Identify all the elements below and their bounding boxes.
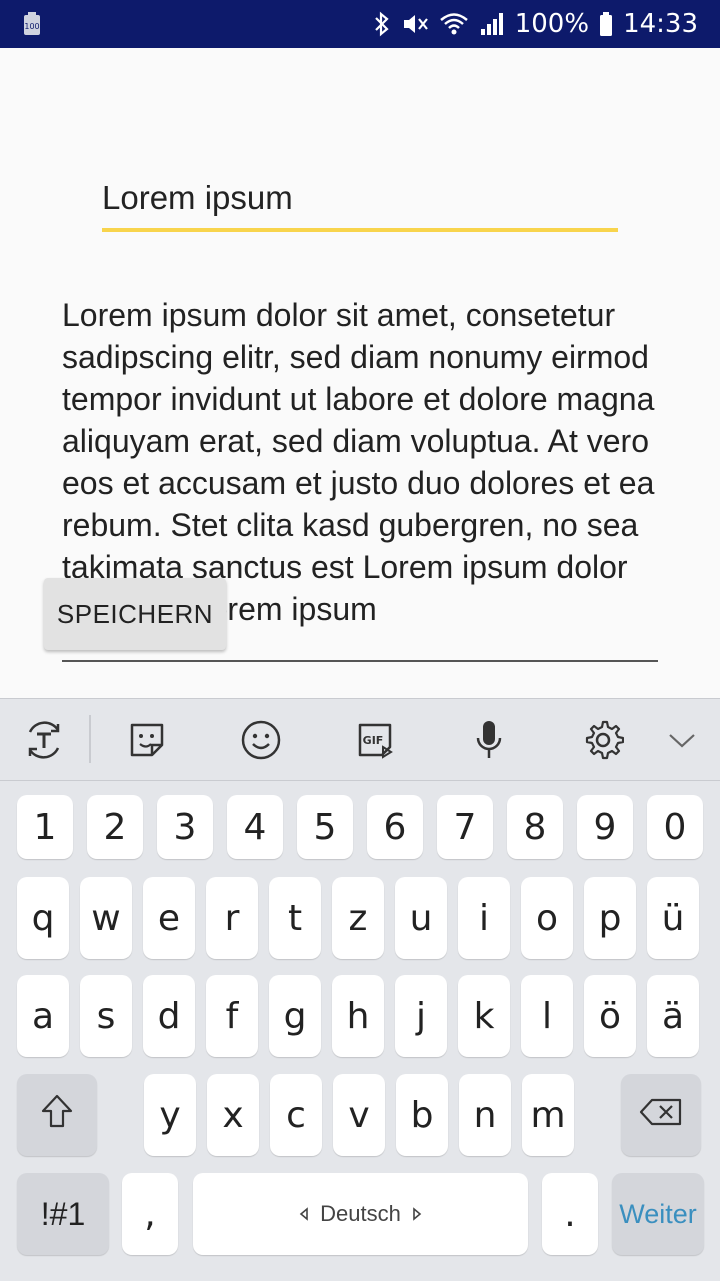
key-a-umlaut[interactable]: ä — [647, 975, 699, 1057]
key-d[interactable]: d — [143, 975, 195, 1057]
save-button[interactable]: SPEICHERN — [44, 578, 226, 650]
key-y[interactable]: y — [144, 1074, 196, 1156]
backspace-key[interactable] — [621, 1074, 701, 1156]
backspace-icon — [639, 1095, 683, 1136]
key-l[interactable]: l — [521, 975, 573, 1057]
clock: 14:33 — [623, 9, 698, 39]
key-1[interactable]: 1 — [17, 795, 73, 859]
title-input-value: Lorem ipsum — [102, 179, 293, 216]
title-input[interactable]: Lorem ipsum — [102, 176, 618, 232]
shift-icon — [40, 1093, 74, 1138]
emoji-icon[interactable] — [238, 717, 284, 763]
mute-icon — [401, 11, 429, 37]
key-2[interactable]: 2 — [87, 795, 143, 859]
key-m[interactable]: m — [522, 1074, 574, 1156]
key-w[interactable]: w — [80, 877, 132, 959]
key-f[interactable]: f — [206, 975, 258, 1057]
key-r[interactable]: r — [206, 877, 258, 959]
shift-key[interactable] — [17, 1074, 97, 1156]
key-8[interactable]: 8 — [507, 795, 563, 859]
symbols-key[interactable]: !#1 — [17, 1173, 109, 1255]
key-t[interactable]: t — [269, 877, 321, 959]
signal-icon — [479, 11, 505, 37]
wifi-icon — [439, 11, 469, 37]
key-j[interactable]: j — [395, 975, 447, 1057]
key-b[interactable]: b — [396, 1074, 448, 1156]
svg-text:GIF: GIF — [363, 734, 384, 747]
microphone-icon[interactable] — [466, 717, 512, 763]
battery-100-icon: 100 — [22, 12, 42, 36]
comma-key[interactable]: , — [122, 1173, 178, 1255]
svg-text:100: 100 — [24, 22, 39, 31]
key-c[interactable]: c — [270, 1074, 322, 1156]
bluetooth-icon — [373, 11, 391, 37]
key-q[interactable]: q — [17, 877, 69, 959]
sticker-icon[interactable] — [124, 717, 170, 763]
key-6[interactable]: 6 — [367, 795, 423, 859]
key-e[interactable]: e — [143, 877, 195, 959]
translate-icon[interactable] — [21, 717, 67, 763]
key-5[interactable]: 5 — [297, 795, 353, 859]
key-0[interactable]: 0 — [647, 795, 703, 859]
key-p[interactable]: p — [584, 877, 636, 959]
toolbar-divider — [89, 715, 91, 763]
status-bar: 100 100% 14:33 — [0, 0, 720, 48]
battery-icon — [599, 11, 613, 37]
key-3[interactable]: 3 — [157, 795, 213, 859]
space-key[interactable]: Deutsch — [193, 1173, 528, 1255]
collapse-chevron-icon[interactable] — [659, 717, 705, 763]
gif-icon[interactable]: GIF — [352, 717, 398, 763]
enter-next-key[interactable]: Weiter — [612, 1173, 704, 1255]
key-a[interactable]: a — [17, 975, 69, 1057]
key-h[interactable]: h — [332, 975, 384, 1057]
key-g[interactable]: g — [269, 975, 321, 1057]
key-o[interactable]: o — [521, 877, 573, 959]
language-left-icon — [298, 1202, 310, 1227]
period-key[interactable]: . — [542, 1173, 598, 1255]
keyboard-toolbar: GIF — [0, 699, 720, 781]
key-z[interactable]: z — [332, 877, 384, 959]
key-x[interactable]: x — [207, 1074, 259, 1156]
space-key-language-label: Deutsch — [320, 1201, 401, 1226]
language-right-icon — [411, 1202, 423, 1227]
key-i[interactable]: i — [458, 877, 510, 959]
battery-percent: 100% — [514, 9, 590, 39]
key-s[interactable]: s — [80, 975, 132, 1057]
soft-keyboard: GIF 1 2 3 4 5 6 7 8 9 0 q w e r t z u i … — [0, 698, 720, 1281]
key-o-umlaut[interactable]: ö — [584, 975, 636, 1057]
settings-gear-icon[interactable] — [580, 717, 626, 763]
key-7[interactable]: 7 — [437, 795, 493, 859]
key-n[interactable]: n — [459, 1074, 511, 1156]
key-9[interactable]: 9 — [577, 795, 633, 859]
key-u-umlaut[interactable]: ü — [647, 877, 699, 959]
key-u[interactable]: u — [395, 877, 447, 959]
key-v[interactable]: v — [333, 1074, 385, 1156]
key-k[interactable]: k — [458, 975, 510, 1057]
key-4[interactable]: 4 — [227, 795, 283, 859]
